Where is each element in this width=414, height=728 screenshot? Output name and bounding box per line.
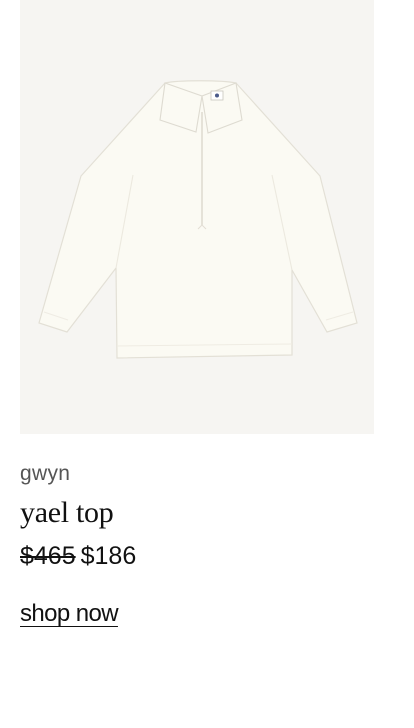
product-name[interactable]: yael top: [20, 495, 374, 531]
product-brand: gwyn: [20, 462, 71, 485]
garment-illustration: [38, 80, 358, 359]
original-price: $465: [20, 542, 76, 570]
price-row: $465 $186: [20, 540, 374, 572]
sale-price: $186: [80, 542, 137, 570]
shop-now-link[interactable]: shop now: [20, 599, 119, 629]
product-card[interactable]: gwyn yael top $465 $186 shop now: [20, 0, 374, 629]
product-image[interactable]: [20, 0, 374, 434]
